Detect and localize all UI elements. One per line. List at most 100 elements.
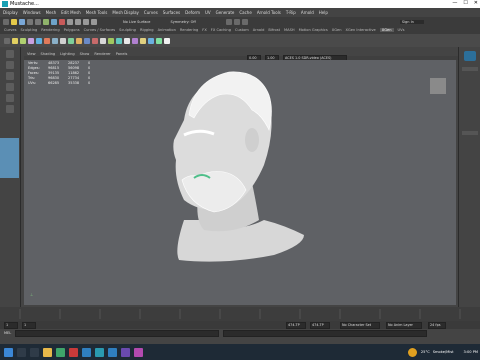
task-view-icon[interactable] — [30, 347, 39, 357]
xgen-editor-icon[interactable] — [12, 37, 18, 44]
shelf-tab[interactable]: Bifrost — [268, 28, 280, 32]
sign-in-dropdown[interactable]: Sign In — [399, 19, 424, 24]
word-icon[interactable] — [82, 347, 91, 357]
xgen-freeze-icon[interactable] — [116, 37, 122, 44]
folder-icon[interactable] — [11, 18, 17, 25]
xgen-guide-icon[interactable] — [28, 37, 34, 44]
shelf-tab[interactable]: Curves / Surfaces — [84, 28, 116, 32]
scale-tool-icon[interactable] — [6, 105, 14, 113]
shelf-tab[interactable]: Curves — [4, 28, 16, 32]
snap-curve-icon[interactable] — [75, 18, 81, 25]
shelf-tab[interactable]: Sculpting — [119, 28, 136, 32]
shelf-tab[interactable]: Custom — [235, 28, 249, 32]
ipr-render-icon[interactable] — [233, 18, 240, 25]
mel-input[interactable] — [15, 329, 220, 337]
windows-start-icon[interactable] — [4, 347, 13, 357]
viewport-menu-item[interactable]: Renderer — [94, 52, 110, 56]
redo-icon[interactable] — [35, 18, 41, 25]
lasso-tool-icon[interactable] — [6, 61, 14, 69]
viewport-menu-item[interactable]: View — [27, 52, 36, 56]
menu-item[interactable]: UV — [205, 10, 211, 15]
view-cube[interactable] — [430, 78, 446, 94]
viewport-menu-item[interactable]: Lighting — [60, 52, 75, 56]
undo-icon[interactable] — [27, 18, 33, 25]
shelf-tab[interactable]: Arnold — [253, 28, 265, 32]
xgen-clump-icon[interactable] — [100, 37, 106, 44]
viewport-menu-item[interactable]: Shading — [41, 52, 56, 56]
paint-select-icon[interactable] — [6, 72, 14, 80]
menu-item[interactable]: Edit Mesh — [61, 10, 81, 15]
premiere-icon[interactable] — [121, 347, 130, 357]
xgen-part-icon[interactable] — [108, 37, 114, 44]
shelf-tab[interactable]: Animation — [158, 28, 176, 32]
menu-item[interactable]: Mesh — [46, 10, 57, 15]
weather-icon[interactable] — [407, 347, 417, 357]
fps-dropdown[interactable]: 24 fps — [428, 321, 446, 329]
selected-layout-panel[interactable] — [0, 138, 19, 178]
character-set-dropdown[interactable]: No Character Set — [340, 321, 380, 329]
menu-item[interactable]: Mesh Tools — [86, 10, 108, 15]
shelf-tab[interactable]: FX — [202, 28, 207, 32]
shelf-tab-active[interactable]: XGen — [379, 28, 394, 32]
xgen-sculpt-icon[interactable] — [44, 37, 50, 44]
menu-item[interactable]: T-Rip — [286, 10, 296, 15]
chrome-icon[interactable] — [56, 347, 65, 357]
shelf-tab[interactable]: Polygons — [64, 28, 80, 32]
shelf-tab[interactable]: MASH — [284, 28, 295, 32]
xgen-noise-icon[interactable] — [92, 37, 98, 44]
xgen-length-icon[interactable] — [68, 37, 74, 44]
opera-icon[interactable] — [69, 347, 78, 357]
mel-label[interactable]: MEL — [4, 331, 11, 335]
rotate-tool-icon[interactable] — [6, 94, 14, 102]
select-by-component-icon[interactable] — [59, 18, 65, 25]
clock-text[interactable]: 3:00 PM — [464, 350, 478, 354]
menu-item[interactable]: Display — [3, 10, 18, 15]
layer-editor-tab[interactable] — [462, 131, 478, 135]
shelf-tab[interactable]: Sculpting — [20, 28, 37, 32]
xgen-density-icon[interactable] — [52, 37, 58, 44]
range-start-tp-field[interactable]: 474.TP — [286, 321, 306, 329]
menu-item[interactable]: Arnold — [301, 10, 314, 15]
xgen-create-icon[interactable] — [20, 37, 26, 44]
select-tool-icon[interactable] — [6, 50, 14, 58]
menu-item[interactable]: Surfaces — [163, 10, 180, 15]
channel-box-icon[interactable] — [464, 51, 476, 61]
shelf-tab[interactable]: XGen Interactive — [346, 28, 376, 32]
range-current-field[interactable]: 1 — [22, 321, 36, 329]
after-effects-icon[interactable] — [134, 347, 143, 357]
xgen-description-icon[interactable] — [156, 37, 162, 44]
no-live-surface-label[interactable]: No Live Surface — [123, 20, 150, 24]
xgen-comb-icon[interactable] — [60, 37, 66, 44]
shelf-tab[interactable]: XGen — [332, 28, 342, 32]
xgen-export-icon[interactable] — [132, 37, 138, 44]
xgen-smooth-icon[interactable] — [84, 37, 90, 44]
shelf-tab[interactable]: FX Caching — [211, 28, 231, 32]
xgen-collection-icon[interactable] — [164, 37, 170, 44]
menu-item[interactable]: Curves — [144, 10, 158, 15]
channel-box-tab[interactable] — [462, 67, 478, 71]
viewport-menu-item[interactable]: Show — [80, 52, 90, 56]
maya-taskbar-icon[interactable] — [95, 347, 104, 357]
select-by-object-icon[interactable] — [51, 18, 57, 25]
shelf-tab[interactable]: Rigging — [140, 28, 154, 32]
move-tool-icon[interactable] — [6, 83, 14, 91]
close-icon[interactable]: ✕ — [474, 0, 478, 6]
menu-item[interactable]: Windows — [23, 10, 41, 15]
xgen-interactive-icon[interactable] — [148, 37, 154, 44]
photoshop-icon[interactable] — [108, 347, 117, 357]
xgen-import-icon[interactable] — [140, 37, 146, 44]
time-slider[interactable] — [0, 307, 480, 321]
snap-grid-icon[interactable] — [67, 18, 73, 25]
range-start-field[interactable]: 1 — [4, 321, 18, 329]
shelf-tab[interactable]: Motion Graphics — [299, 28, 328, 32]
menu-item[interactable]: Arnold Tools — [257, 10, 281, 15]
xgen-preview-icon[interactable] — [124, 37, 130, 44]
shelf-tab[interactable]: UVs — [398, 28, 405, 32]
menu-item[interactable]: Deform — [185, 10, 200, 15]
viewport[interactable]: ⊥ — [24, 60, 456, 305]
menu-item[interactable]: Generate — [216, 10, 235, 15]
menu-item[interactable]: Cache — [239, 10, 251, 15]
snap-point-icon[interactable] — [83, 18, 89, 25]
render-settings-icon[interactable] — [241, 18, 248, 25]
snap-view-icon[interactable] — [91, 18, 97, 25]
